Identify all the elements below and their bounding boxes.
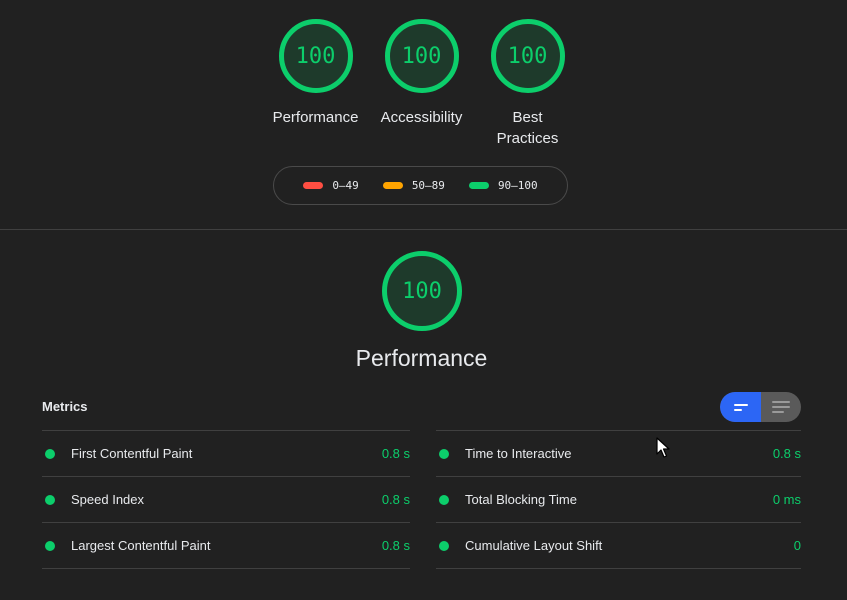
metrics-view-toggle <box>720 392 801 422</box>
metric-name: Speed Index <box>71 492 145 507</box>
gauge-label: Best Practices <box>496 109 559 147</box>
lighthouse-report: 100 Performance 100 Accessibility 100 Be… <box>0 0 847 600</box>
metric-name: Largest Contentful Paint <box>71 538 211 553</box>
gauge-accessibility[interactable]: 100 Accessibility <box>378 19 465 128</box>
legend-range-text: 0–49 <box>332 179 359 192</box>
metric-row: Total Blocking Time 0 ms <box>436 476 801 522</box>
collapsed-view-icon[interactable] <box>720 392 761 422</box>
pass-dot-icon <box>45 540 55 551</box>
legend-item-pass: 90–100 <box>468 179 538 192</box>
metric-row: Time to Interactive 0.8 s <box>436 430 801 476</box>
pass-dot-icon <box>45 448 55 459</box>
gauge-ring: 100 <box>278 19 353 93</box>
metric-name: Cumulative Layout Shift <box>465 538 603 553</box>
legend-range-text: 90–100 <box>497 179 538 192</box>
pass-dot-icon <box>439 494 449 505</box>
gauge-label: Performance <box>272 109 359 126</box>
metric-row: Largest Contentful Paint 0.8 s <box>42 522 410 569</box>
metric-value: 0 ms <box>772 492 801 507</box>
gauge-ring: 100 <box>490 19 565 93</box>
score-scale-legend: 0–49 50–89 90–100 <box>273 166 568 205</box>
legend-swatch <box>303 182 324 189</box>
gauge-ring: 100 <box>384 19 459 93</box>
metric-row: First Contentful Paint 0.8 s <box>42 430 410 476</box>
category-score: 100 <box>402 278 442 304</box>
section-divider <box>0 229 847 230</box>
metric-row: Speed Index 0.8 s <box>42 476 410 522</box>
metric-value: 0 <box>793 538 801 553</box>
metrics-column-right: Time to Interactive 0.8 s Total Blocking… <box>436 430 801 569</box>
pass-dot-icon <box>45 494 55 505</box>
metric-value: 0.8 s <box>381 538 410 553</box>
gauge-label: Accessibility <box>380 109 463 126</box>
metrics-heading: Metrics <box>42 399 88 414</box>
category-title: Performance <box>355 345 488 371</box>
metric-name: First Contentful Paint <box>71 446 193 461</box>
gauge-score: 100 <box>295 43 336 69</box>
metric-value: 0.8 s <box>381 446 410 461</box>
metric-row: Cumulative Layout Shift 0 <box>436 522 801 569</box>
expanded-view-icon[interactable] <box>761 392 801 422</box>
gauge-best-practices[interactable]: 100 Best Practices <box>484 19 571 149</box>
metrics-column-left: First Contentful Paint 0.8 s Speed Index… <box>42 430 410 569</box>
pass-dot-icon <box>439 540 449 551</box>
metric-name: Total Blocking Time <box>465 492 577 507</box>
legend-swatch <box>468 182 489 189</box>
gauge-performance[interactable]: 100 Performance <box>272 19 359 128</box>
legend-swatch <box>382 182 403 189</box>
legend-range-text: 50–89 <box>411 179 445 192</box>
gauge-score: 100 <box>401 43 442 69</box>
gauge-score: 100 <box>507 43 548 69</box>
mouse-pointer-icon <box>656 437 670 458</box>
pass-dot-icon <box>439 448 449 459</box>
metric-value: 0.8 s <box>381 492 410 507</box>
metric-value: 0.8 s <box>772 446 801 461</box>
legend-item-average: 50–89 <box>382 179 445 192</box>
legend-item-fail: 0–49 <box>303 179 359 192</box>
metric-name: Time to Interactive <box>465 446 572 461</box>
category-gauge: 100 <box>382 251 462 331</box>
